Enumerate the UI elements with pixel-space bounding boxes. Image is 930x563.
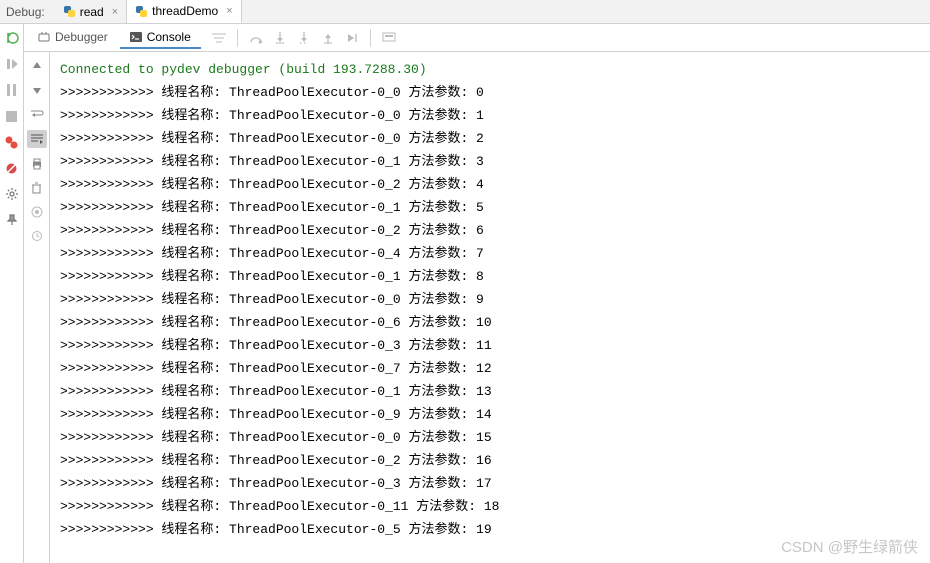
step-out-icon[interactable] xyxy=(318,28,338,48)
stop-icon[interactable] xyxy=(4,108,20,124)
mute-breakpoints-icon[interactable] xyxy=(4,160,20,176)
console-line: >>>>>>>>>>>> 线程名称: ThreadPoolExecutor-0_… xyxy=(60,81,920,104)
step-into-icon[interactable] xyxy=(270,28,290,48)
console-line: >>>>>>>>>>>> 线程名称: ThreadPoolExecutor-0_… xyxy=(60,403,920,426)
pin-icon[interactable] xyxy=(4,212,20,228)
run-to-cursor-icon[interactable] xyxy=(342,28,362,48)
console-line: >>>>>>>>>>>> 线程名称: ThreadPoolExecutor-0_… xyxy=(60,380,920,403)
console-icon xyxy=(130,31,142,43)
python-icon xyxy=(63,5,76,18)
console-line: >>>>>>>>>>>> 线程名称: ThreadPoolExecutor-0_… xyxy=(60,426,920,449)
tab-label: read xyxy=(80,5,104,19)
tab-debugger[interactable]: Debugger xyxy=(28,27,118,49)
settings-icon[interactable] xyxy=(4,186,20,202)
console-line: >>>>>>>>>>>> 线程名称: ThreadPoolExecutor-0_… xyxy=(60,311,920,334)
down-stack-icon[interactable] xyxy=(29,82,45,98)
up-stack-icon[interactable] xyxy=(29,58,45,74)
tab-console[interactable]: Console xyxy=(120,27,201,49)
console-line: >>>>>>>>>>>> 线程名称: ThreadPoolExecutor-0_… xyxy=(60,242,920,265)
clear-icon[interactable] xyxy=(29,180,45,196)
console-output[interactable]: Connected to pydev debugger (build 193.7… xyxy=(50,52,930,563)
console-line: >>>>>>>>>>>> 线程名称: ThreadPoolExecutor-0_… xyxy=(60,127,920,150)
resume-icon[interactable] xyxy=(4,56,20,72)
tab-read[interactable]: read × xyxy=(55,0,127,23)
view-breakpoints-icon[interactable] xyxy=(4,134,20,150)
close-icon[interactable]: × xyxy=(112,6,118,18)
console-line: >>>>>>>>>>>> 线程名称: ThreadPoolExecutor-0_… xyxy=(60,288,920,311)
console-line: >>>>>>>>>>>> 线程名称: ThreadPoolExecutor-0_… xyxy=(60,196,920,219)
close-icon[interactable]: × xyxy=(226,5,232,17)
tab-label: threadDemo xyxy=(152,4,218,18)
connect-line: Connected to pydev debugger (build 193.7… xyxy=(60,58,920,81)
console-gutter xyxy=(24,52,50,563)
console-label: Console xyxy=(147,30,191,44)
debugger-label: Debugger xyxy=(55,30,108,44)
step-into-my-icon[interactable] xyxy=(294,28,314,48)
console-line: >>>>>>>>>>>> 线程名称: ThreadPoolExecutor-0_… xyxy=(60,495,920,518)
watermark: CSDN @野生绿箭侠 xyxy=(781,536,918,557)
console-line: >>>>>>>>>>>> 线程名称: ThreadPoolExecutor-0_… xyxy=(60,104,920,127)
debug-label: Debug: xyxy=(6,5,45,19)
pause-icon[interactable] xyxy=(4,82,20,98)
step-over-icon[interactable] xyxy=(246,28,266,48)
evaluate-icon[interactable] xyxy=(379,28,399,48)
console-line: >>>>>>>>>>>> 线程名称: ThreadPoolExecutor-0_… xyxy=(60,449,920,472)
python-icon xyxy=(135,5,148,18)
console-line: >>>>>>>>>>>> 线程名称: ThreadPoolExecutor-0_… xyxy=(60,173,920,196)
console-line: >>>>>>>>>>>> 线程名称: ThreadPoolExecutor-0_… xyxy=(60,219,920,242)
debugger-icon xyxy=(38,31,50,43)
console-line: >>>>>>>>>>>> 线程名称: ThreadPoolExecutor-0_… xyxy=(60,265,920,288)
console-line: >>>>>>>>>>>> 线程名称: ThreadPoolExecutor-0_… xyxy=(60,150,920,173)
watch-icon[interactable] xyxy=(29,228,45,244)
new-watch-icon[interactable] xyxy=(29,204,45,220)
scroll-to-end-icon[interactable] xyxy=(27,130,47,148)
print-icon[interactable] xyxy=(29,156,45,172)
soft-wrap-icon[interactable] xyxy=(29,106,45,122)
filter-icon[interactable] xyxy=(209,28,229,48)
left-gutter xyxy=(0,24,24,563)
rerun-icon[interactable] xyxy=(4,30,20,46)
debug-tab-bar: Debug: read × threadDemo × xyxy=(0,0,930,24)
console-line: >>>>>>>>>>>> 线程名称: ThreadPoolExecutor-0_… xyxy=(60,334,920,357)
tab-threaddemo[interactable]: threadDemo × xyxy=(127,0,241,23)
console-line: >>>>>>>>>>>> 线程名称: ThreadPoolExecutor-0_… xyxy=(60,357,920,380)
console-line: >>>>>>>>>>>> 线程名称: ThreadPoolExecutor-0_… xyxy=(60,472,920,495)
debug-sub-toolbar: Debugger Console xyxy=(24,24,930,52)
